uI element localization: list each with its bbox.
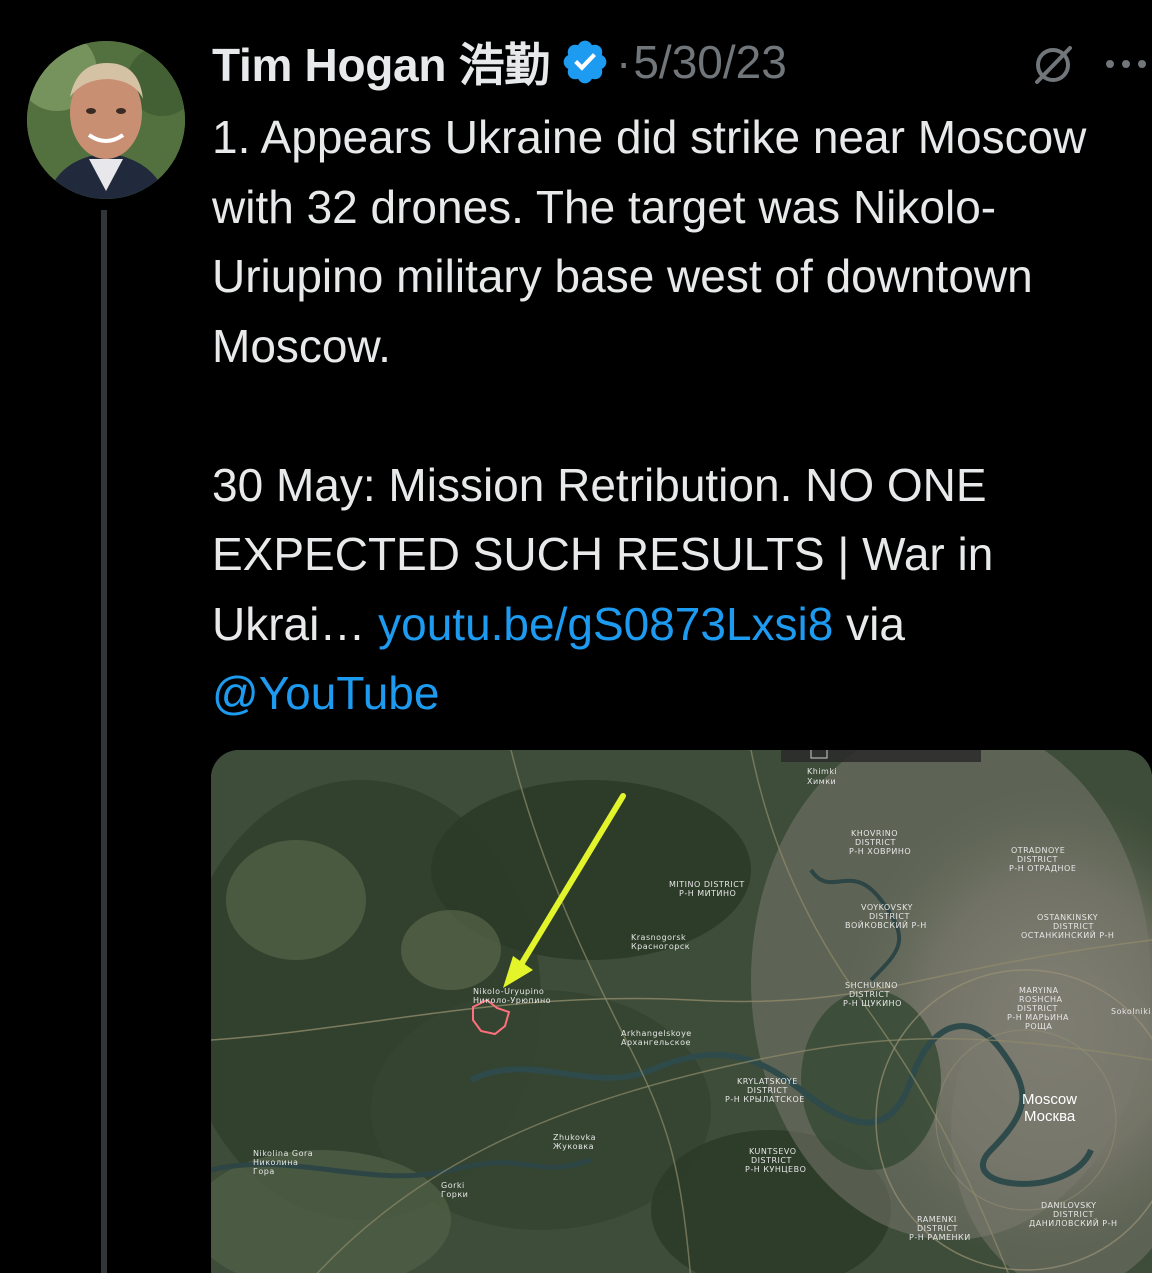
author-name[interactable]: Tim Hogan 浩勤 (212, 29, 550, 95)
map-label-khimki: Khimki Химки (807, 767, 837, 786)
map-label-moscow: Moscow Москва (1022, 1091, 1077, 1125)
post-date[interactable]: 5/30/23 (633, 35, 786, 89)
verified-badge-icon[interactable] (560, 37, 610, 87)
map-label-gorki: Gorki Горки (441, 1181, 468, 1199)
tweet-header: Tim Hogan 浩勤 · 5/30/23 (212, 28, 1146, 96)
header-separator: · (616, 36, 632, 88)
more-options-icon[interactable] (1104, 54, 1148, 74)
map-label-arkhangelskoye: Arkhangelskoye Архангельское (621, 1029, 692, 1047)
map-image[interactable]: Khimki Химки KHOVRINO DISTRICT Р-Н ХОВРИНО … (211, 750, 1152, 1273)
thread-line (101, 210, 107, 1273)
map-label-krasnogorsk: Krasnogorsk Красногорск (631, 933, 690, 951)
youtube-mention[interactable]: @YouTube (212, 667, 439, 719)
grok-icon[interactable] (1030, 42, 1076, 88)
tweet-text-via: via (833, 597, 918, 650)
avatar[interactable] (27, 41, 185, 199)
map-label-zhukovka: Zhukovka Жуковка (553, 1133, 596, 1151)
map-label-sokolniki: Sokolniki (1111, 1007, 1151, 1016)
tweet-text-main: 1. Appears Ukraine did strike near Mosco… (212, 111, 1087, 650)
map-label-mitino: MITINO DISTRICT Р-Н МИТИНО (669, 880, 745, 898)
video-link[interactable]: youtu.be/gS0873Lxsi8 (378, 598, 833, 650)
tweet-text: 1. Appears Ukraine did strike near Mosco… (212, 103, 1142, 729)
tweet-screen: Tim Hogan 浩勤 · 5/30/23 1. Appears Ukrain… (0, 0, 1152, 1273)
map-label-nikolo: Nikolo-Uryupino Николо-Урюпино (473, 987, 551, 1005)
